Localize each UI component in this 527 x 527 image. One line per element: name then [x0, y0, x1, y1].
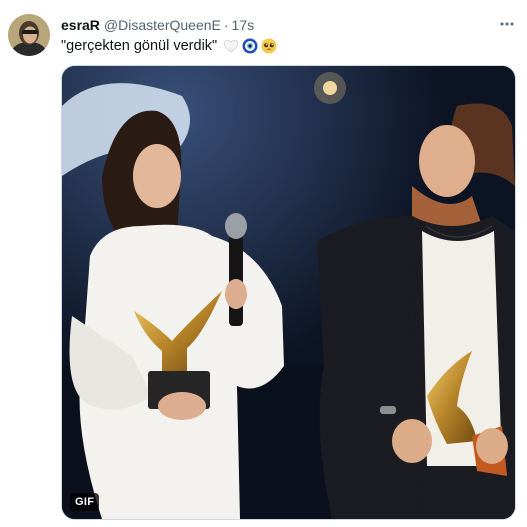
- more-options-button[interactable]: [497, 14, 517, 34]
- gif-badge: GIF: [70, 493, 100, 511]
- tweet-media-gif[interactable]: GIF: [61, 65, 516, 520]
- avatar-image: [8, 14, 50, 56]
- tweet-text-content: "gerçekten gönül verdik": [61, 38, 218, 54]
- more-icon: [500, 22, 514, 26]
- white-heart-icon: [223, 38, 239, 54]
- gif-frame: [62, 66, 515, 519]
- pleading-face-icon: [261, 38, 277, 54]
- avatar[interactable]: [8, 14, 50, 56]
- separator-dot: ·: [223, 17, 229, 33]
- tweet-header: esraR @DisasterQueenE · 17s: [61, 16, 254, 34]
- nazar-amulet-icon: [242, 38, 258, 54]
- author-handle[interactable]: @DisasterQueenE: [104, 17, 221, 33]
- timestamp[interactable]: 17s: [232, 17, 255, 33]
- tweet[interactable]: esraR @DisasterQueenE · 17s "gerçekten g…: [0, 0, 527, 527]
- author-name[interactable]: esraR: [61, 17, 100, 33]
- tweet-text: "gerçekten gönül verdik": [61, 38, 277, 54]
